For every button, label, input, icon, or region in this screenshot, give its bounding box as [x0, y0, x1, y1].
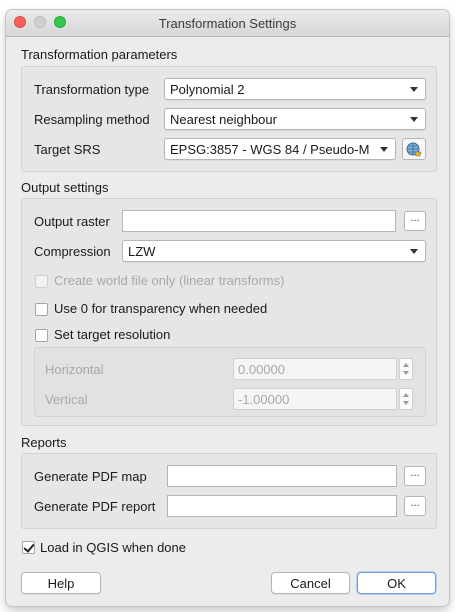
target-srs-label: Target SRS — [34, 142, 101, 157]
reports-heading: Reports — [21, 435, 67, 450]
horizontal-resolution-input[interactable]: 0.00000 — [233, 358, 397, 380]
output-raster-browse-button[interactable]: ... — [404, 211, 426, 231]
reports-group: Generate PDF map ... Generate PDF report… — [21, 453, 437, 529]
target-resolution-checkbox[interactable] — [35, 329, 48, 342]
output-settings-heading: Output settings — [21, 180, 109, 195]
chevron-down-icon — [410, 249, 418, 254]
output-raster-input[interactable] — [122, 210, 396, 232]
pdf-map-input[interactable] — [167, 465, 397, 487]
ok-button[interactable]: OK — [357, 572, 436, 594]
transformation-parameters-heading: Transformation parameters — [21, 47, 178, 62]
horizontal-label: Horizontal — [45, 362, 104, 377]
target-resolution-group: Horizontal 0.00000 Vertical -1.00000 — [34, 347, 426, 417]
resampling-method-value: Nearest neighbour — [170, 112, 277, 127]
compression-select[interactable]: LZW — [122, 240, 426, 262]
select-crs-button[interactable] — [402, 138, 426, 160]
world-file-checkbox[interactable] — [35, 275, 48, 288]
spin-down-icon — [403, 401, 409, 405]
resampling-method-select[interactable]: Nearest neighbour — [164, 108, 426, 130]
transparency-checkbox[interactable] — [35, 303, 48, 316]
target-resolution-label: Set target resolution — [54, 327, 171, 342]
load-in-qgis-label: Load in QGIS when done — [40, 540, 186, 555]
horizontal-spinner[interactable] — [399, 358, 413, 380]
globe-icon — [406, 142, 422, 157]
transparency-label: Use 0 for transparency when needed — [54, 301, 268, 316]
spin-down-icon — [403, 371, 409, 375]
resampling-method-label: Resampling method — [34, 112, 150, 127]
vertical-spinner[interactable] — [399, 388, 413, 410]
checkmark-icon — [23, 541, 35, 553]
vertical-resolution-input[interactable]: -1.00000 — [233, 388, 397, 410]
pdf-map-label: Generate PDF map — [34, 469, 147, 484]
pdf-report-browse-button[interactable]: ... — [404, 496, 426, 516]
help-button[interactable]: Help — [21, 572, 101, 594]
chevron-down-icon — [410, 87, 418, 92]
spin-up-icon — [403, 363, 409, 367]
spin-up-icon — [403, 393, 409, 397]
target-srs-select[interactable]: EPSG:3857 - WGS 84 / Pseudo-M — [164, 138, 396, 160]
transformation-settings-dialog: Transformation Settings Transformation p… — [6, 10, 449, 606]
pdf-report-input[interactable] — [167, 495, 397, 517]
vertical-label: Vertical — [45, 392, 88, 407]
transformation-type-label: Transformation type — [34, 82, 150, 97]
chevron-down-icon — [380, 147, 388, 152]
world-file-label: Create world file only (linear transform… — [54, 273, 285, 288]
chevron-down-icon — [410, 117, 418, 122]
load-in-qgis-checkbox[interactable] — [22, 541, 35, 554]
transformation-type-value: Polynomial 2 — [170, 82, 245, 97]
pdf-map-browse-button[interactable]: ... — [404, 466, 426, 486]
compression-label: Compression — [34, 244, 111, 259]
target-srs-value: EPSG:3857 - WGS 84 / Pseudo-M — [170, 142, 370, 157]
output-raster-label: Output raster — [34, 214, 110, 229]
transformation-type-select[interactable]: Polynomial 2 — [164, 78, 426, 100]
transformation-parameters-group: Transformation type Polynomial 2 Resampl… — [21, 66, 437, 172]
pdf-report-label: Generate PDF report — [34, 499, 156, 514]
cancel-button[interactable]: Cancel — [271, 572, 350, 594]
output-settings-group: Output raster ... Compression LZW Create… — [21, 198, 437, 426]
compression-value: LZW — [128, 244, 156, 259]
window-title: Transformation Settings — [158, 16, 297, 31]
title-bar: Transformation Settings — [6, 10, 449, 37]
